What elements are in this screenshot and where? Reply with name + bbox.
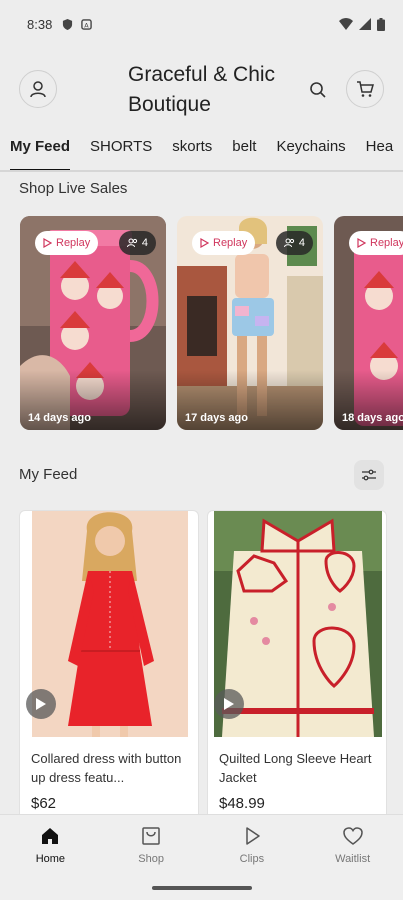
replay-label: Replay — [56, 237, 91, 249]
play-icon — [246, 827, 260, 845]
time-ago: 17 days ago — [185, 412, 248, 424]
tab-hea[interactable]: Hea — [366, 132, 394, 170]
search-button[interactable] — [306, 78, 330, 102]
video-play-button[interactable] — [26, 689, 56, 719]
time-ago: 14 days ago — [28, 412, 91, 424]
nav-waitlist[interactable]: Waitlist — [302, 815, 403, 900]
live-sales-heading: Shop Live Sales — [19, 180, 128, 197]
wifi-icon — [339, 18, 353, 30]
search-icon — [310, 82, 326, 98]
replay-label: Replay — [370, 237, 403, 249]
profile-button[interactable] — [19, 70, 57, 108]
viewer-count: 4 — [141, 237, 148, 249]
sliders-icon — [362, 469, 376, 481]
shop-title: Graceful & Chic Boutique — [128, 63, 276, 116]
status-bar: 8:38 A — [0, 0, 403, 48]
shield-icon — [63, 18, 73, 30]
play-icon — [43, 238, 52, 248]
tab-shorts[interactable]: SHORTS — [90, 132, 152, 170]
viewer-count-badge: 4 — [118, 231, 156, 255]
product-price: $62 — [31, 795, 57, 812]
replay-badge: Replay — [192, 231, 256, 255]
nav-label: Shop — [138, 853, 164, 865]
live-sale-card[interactable]: Replay 4 17 days ago — [177, 216, 323, 430]
viewer-count-badge: 4 — [275, 231, 313, 255]
nav-label: Waitlist — [335, 853, 371, 865]
replay-label: Replay — [213, 237, 248, 249]
play-icon — [224, 698, 234, 710]
feed-product-card[interactable]: Quilted Long Sleeve Heart Jacket $48.99 — [207, 510, 387, 820]
app-header: Graceful & Chic Boutique — [0, 48, 403, 128]
tab-skorts[interactable]: skorts — [172, 132, 212, 170]
battery-icon — [377, 17, 385, 31]
tab-keychains[interactable]: Keychains — [276, 132, 345, 170]
cart-button[interactable] — [346, 70, 384, 108]
svg-text:A: A — [85, 21, 90, 29]
nav-home[interactable]: Home — [0, 815, 101, 900]
viewers-icon — [283, 238, 294, 248]
feed-product-card[interactable]: Collared dress with button up dress feat… — [19, 510, 199, 820]
time-ago: 18 days ago — [342, 412, 403, 424]
replay-badge: Replay — [35, 231, 99, 255]
shop-icon — [142, 827, 160, 845]
signal-icon — [359, 18, 371, 30]
play-icon — [200, 238, 209, 248]
play-icon — [357, 238, 366, 248]
nav-label: Clips — [239, 853, 265, 865]
viewers-icon — [126, 238, 137, 248]
home-indicator — [152, 886, 252, 890]
viewer-count: 4 — [298, 237, 305, 249]
status-time: 8:38 — [27, 16, 53, 32]
home-icon — [42, 828, 59, 844]
product-title: Collared dress with button up dress feat… — [31, 751, 182, 785]
nav-label: Home — [35, 853, 66, 865]
heart-icon — [342, 827, 363, 845]
replay-badge: Replay — [349, 231, 403, 255]
play-icon — [36, 698, 46, 710]
tab-belt[interactable]: belt — [232, 132, 256, 170]
live-sale-card[interactable]: Replay 4 14 days ago — [20, 216, 166, 430]
cart-icon — [357, 81, 374, 97]
live-sale-card[interactable]: Replay 18 days ago — [334, 216, 403, 430]
video-play-button[interactable] — [214, 689, 244, 719]
product-price: $48.99 — [219, 795, 265, 812]
notification-icon: A — [81, 18, 93, 30]
filter-button[interactable] — [354, 460, 384, 490]
product-title: Quilted Long Sleeve Heart Jacket — [219, 751, 372, 785]
feed-heading: My Feed — [19, 466, 78, 483]
category-tabs: My Feed SHORTS skorts belt Keychains Hea — [0, 132, 403, 172]
live-sales-carousel[interactable]: Replay 4 14 days ago Replay 4 17 days ag… — [0, 216, 403, 432]
user-icon — [30, 81, 46, 98]
tab-my-feed[interactable]: My Feed — [10, 132, 71, 170]
